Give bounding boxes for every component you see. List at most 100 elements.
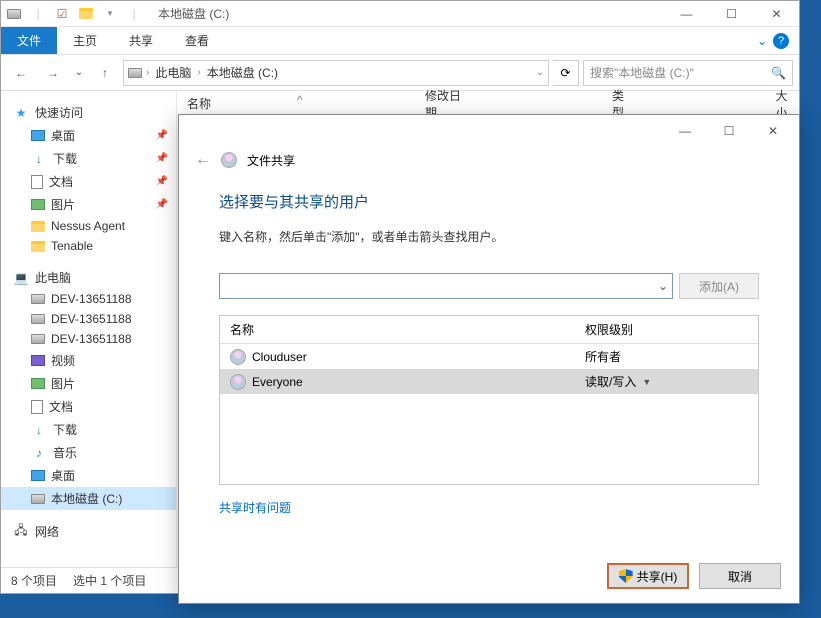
nav-pictures2[interactable]: 图片 — [1, 372, 176, 395]
nav-desktop[interactable]: 桌面📌 — [1, 124, 176, 147]
nav-pane: ★快速访问 桌面📌 ↓下载📌 文档📌 图片📌 Nessus Agent Tena… — [1, 91, 177, 567]
share-issues-link[interactable]: 共享时有问题 — [219, 499, 291, 516]
nav-group-quick: ★快速访问 桌面📌 ↓下载📌 文档📌 图片📌 Nessus Agent Tena… — [1, 101, 176, 256]
pin-icon: 📌 — [156, 199, 168, 210]
folder-icon — [31, 241, 45, 252]
address-dropdown-icon[interactable]: ⌄ — [536, 67, 544, 78]
download-icon: ↓ — [31, 422, 47, 438]
close-button[interactable]: ✕ — [754, 1, 799, 27]
network-icon: 🖧 — [13, 524, 29, 540]
address-drive-icon — [128, 68, 142, 78]
nav-downloads[interactable]: ↓下载📌 — [1, 147, 176, 170]
nav-music[interactable]: ♪音乐 — [1, 441, 176, 464]
file-share-dialog: — ☐ ✕ ← 文件共享 选择要与其共享的用户 键入名称，然后单击"添加"，或者… — [178, 114, 800, 604]
user-input[interactable] — [224, 279, 658, 293]
nav-desktop2[interactable]: 桌面 — [1, 464, 176, 487]
perm-col-name[interactable]: 名称 — [230, 321, 585, 338]
perm-level[interactable]: 所有者 — [585, 348, 621, 365]
music-icon: ♪ — [31, 445, 47, 461]
perm-level[interactable]: 读取/写入▼ — [585, 373, 651, 390]
nav-pictures[interactable]: 图片📌 — [1, 193, 176, 216]
permissions-table: 名称 权限级别 Clouduser所有者Everyone读取/写入▼ — [219, 315, 759, 485]
drive-icon — [31, 294, 45, 304]
nav-network[interactable]: 🖧网络 — [1, 520, 176, 543]
nav-group-thispc: 💻此电脑 DEV-13651188 DEV-13651188 DEV-13651… — [1, 266, 176, 510]
video-icon — [31, 355, 45, 366]
nav-documents[interactable]: 文档📌 — [1, 170, 176, 193]
search-placeholder: 搜索"本地磁盘 (C:)" — [590, 64, 694, 81]
dialog-minimize-button[interactable]: — — [663, 116, 707, 146]
breadcrumb-cdrive[interactable]: 本地磁盘 (C:) — [205, 64, 280, 81]
cancel-button[interactable]: 取消 — [699, 563, 781, 589]
search-icon: 🔍 — [771, 66, 786, 80]
address-box[interactable]: › 此电脑 › 本地磁盘 (C:) ⌄ — [123, 60, 549, 86]
dialog-back-button[interactable]: ← — [195, 151, 211, 169]
nav-dev2[interactable]: DEV-13651188 — [1, 309, 176, 329]
qat-new-folder-icon[interactable] — [77, 5, 95, 23]
qat-separator: | — [125, 5, 143, 23]
user-combobox[interactable]: ⌄ — [219, 273, 673, 299]
tab-home[interactable]: 主页 — [57, 27, 113, 54]
nav-nessus[interactable]: Nessus Agent — [1, 216, 176, 236]
share-button[interactable]: 共享(H) — [607, 563, 689, 589]
perm-row[interactable]: Clouduser所有者 — [220, 344, 758, 369]
dialog-close-button[interactable]: ✕ — [751, 116, 795, 146]
qat-dropdown-icon[interactable]: ▾ — [101, 5, 119, 23]
dialog-buttons: 共享(H) 取消 — [607, 563, 781, 589]
nav-dev3[interactable]: DEV-13651188 — [1, 329, 176, 349]
drive-icon — [31, 494, 45, 504]
folder-icon — [31, 221, 45, 232]
add-button[interactable]: 添加(A) — [679, 273, 759, 299]
dialog-title: 文件共享 — [247, 152, 295, 169]
ribbon-collapse-icon[interactable]: ⌄ — [757, 34, 767, 48]
nav-quick-access[interactable]: ★快速访问 — [1, 101, 176, 124]
refresh-button[interactable]: ⟳ — [553, 60, 579, 86]
search-box[interactable]: 搜索"本地磁盘 (C:)" 🔍 — [583, 60, 793, 86]
nav-forward-button[interactable]: → — [39, 59, 67, 87]
dialog-header: ← 文件共享 — [179, 147, 799, 181]
pin-icon: 📌 — [156, 153, 168, 164]
nav-thispc[interactable]: 💻此电脑 — [1, 266, 176, 289]
share-icon — [221, 152, 237, 168]
nav-downloads2[interactable]: ↓下载 — [1, 418, 176, 441]
nav-documents2[interactable]: 文档 — [1, 395, 176, 418]
nav-group-network: 🖧网络 — [1, 520, 176, 543]
picture-icon — [31, 199, 45, 210]
qat-properties-icon[interactable]: ☑ — [53, 5, 71, 23]
drive-icon — [31, 314, 45, 324]
nav-videos[interactable]: 视频 — [1, 349, 176, 372]
status-item-count: 8 个项目 — [11, 572, 57, 589]
dialog-subtitle: 键入名称，然后单击"添加"，或者单击箭头查找用户。 — [219, 228, 759, 245]
pc-icon: 💻 — [13, 270, 29, 286]
chevron-icon[interactable]: › — [146, 67, 149, 78]
perm-col-level[interactable]: 权限级别 — [585, 321, 633, 338]
perm-table-header: 名称 权限级别 — [220, 316, 758, 344]
nav-cdrive[interactable]: 本地磁盘 (C:) — [1, 487, 176, 510]
dialog-maximize-button[interactable]: ☐ — [707, 116, 751, 146]
minimize-button[interactable]: — — [664, 1, 709, 27]
titlebar: | ☑ ▾ | 本地磁盘 (C:) — ☐ ✕ — [1, 1, 799, 27]
tab-file[interactable]: 文件 — [1, 27, 57, 54]
nav-history-dropdown[interactable]: ⌄ — [71, 59, 87, 87]
nav-tenable[interactable]: Tenable — [1, 236, 176, 256]
chevron-icon[interactable]: › — [197, 67, 200, 78]
breadcrumb-thispc[interactable]: 此电脑 — [153, 64, 193, 81]
sort-indicator-icon: ^ — [297, 93, 303, 107]
tab-share[interactable]: 共享 — [113, 27, 169, 54]
help-icon[interactable]: ? — [773, 33, 789, 49]
tab-view[interactable]: 查看 — [169, 27, 225, 54]
ribbon: 文件 主页 共享 查看 ⌄ ? — [1, 27, 799, 55]
star-icon: ★ — [13, 105, 29, 121]
perm-row[interactable]: Everyone读取/写入▼ — [220, 369, 758, 394]
nav-up-button[interactable]: ↑ — [91, 59, 119, 87]
status-selected-count: 选中 1 个项目 — [73, 572, 146, 589]
download-icon: ↓ — [31, 151, 47, 167]
combo-dropdown-icon[interactable]: ⌄ — [658, 279, 668, 293]
col-name[interactable]: 名称 — [187, 95, 285, 112]
maximize-button[interactable]: ☐ — [709, 1, 754, 27]
pin-icon: 📌 — [156, 176, 168, 187]
perm-dropdown-icon[interactable]: ▼ — [642, 377, 651, 387]
nav-back-button[interactable]: ← — [7, 59, 35, 87]
nav-dev1[interactable]: DEV-13651188 — [1, 289, 176, 309]
window-title: 本地磁盘 (C:) — [143, 5, 664, 22]
